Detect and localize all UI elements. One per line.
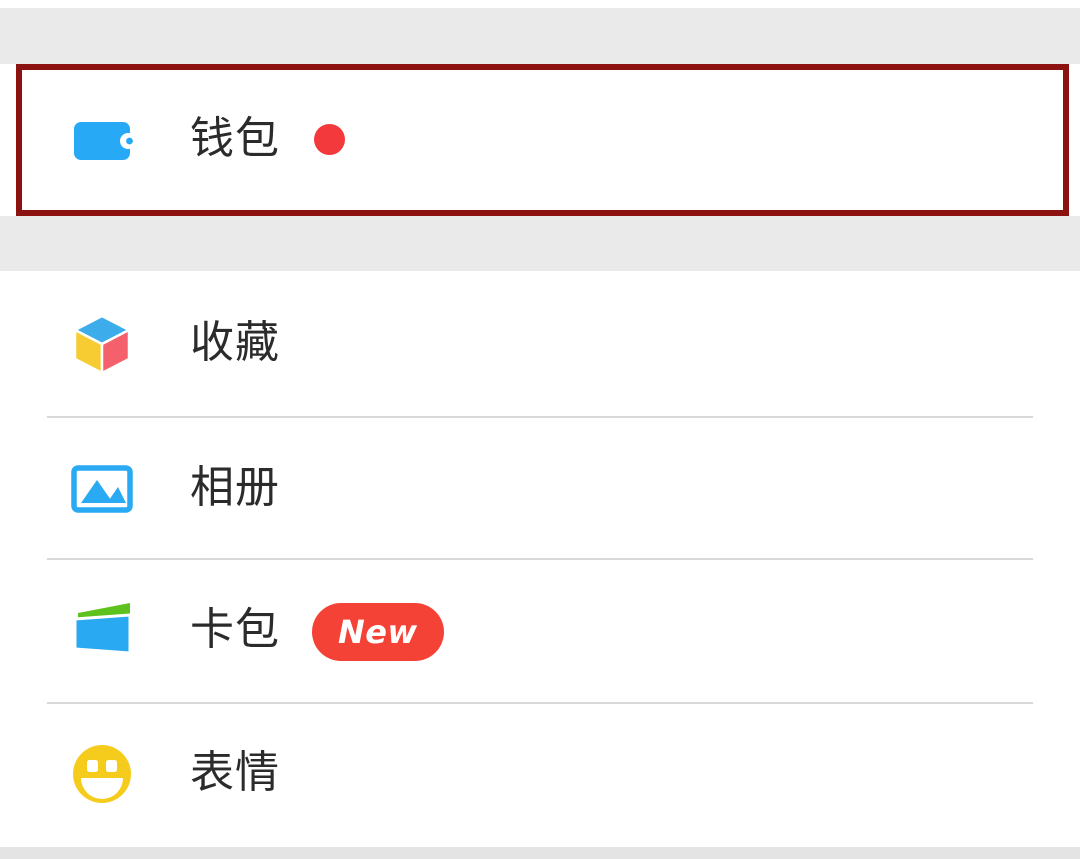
menu-item-label-wallet: 钱包 [190,113,280,164]
top-gray-gap [0,8,1080,64]
new-badge: New [312,603,444,661]
favorites-cube-icon [63,305,141,383]
menu-item-label-cards: 卡包 [190,604,280,655]
top-white-strip [0,0,1080,8]
wallet-icon [63,101,141,179]
menu-item-favorites[interactable]: 收藏 [0,271,1080,416]
bottom-gray-strip [0,847,1080,859]
album-photo-icon [63,450,141,528]
menu-item-cards[interactable]: 卡包 New [0,559,1080,704]
menu-item-label-favorites: 收藏 [190,317,280,368]
section-gap-band [0,216,1080,271]
emoji-smiley-icon [63,735,141,813]
menu-item-wallet[interactable]: 钱包 [0,64,1080,216]
wallet-notification-dot [314,124,345,155]
menu-item-emoji[interactable]: 表情 [0,703,1080,848]
menu-item-label-album: 相册 [190,462,280,513]
app-screen: 钱包 收藏 相册 卡包 New 表情 [0,0,1080,859]
menu-list: 收藏 相册 卡包 New 表情 [0,271,1080,847]
cards-wallet-icon [63,592,141,670]
menu-item-album[interactable]: 相册 [0,417,1080,562]
menu-item-label-emoji: 表情 [190,747,280,798]
wallet-section: 钱包 [0,64,1080,216]
